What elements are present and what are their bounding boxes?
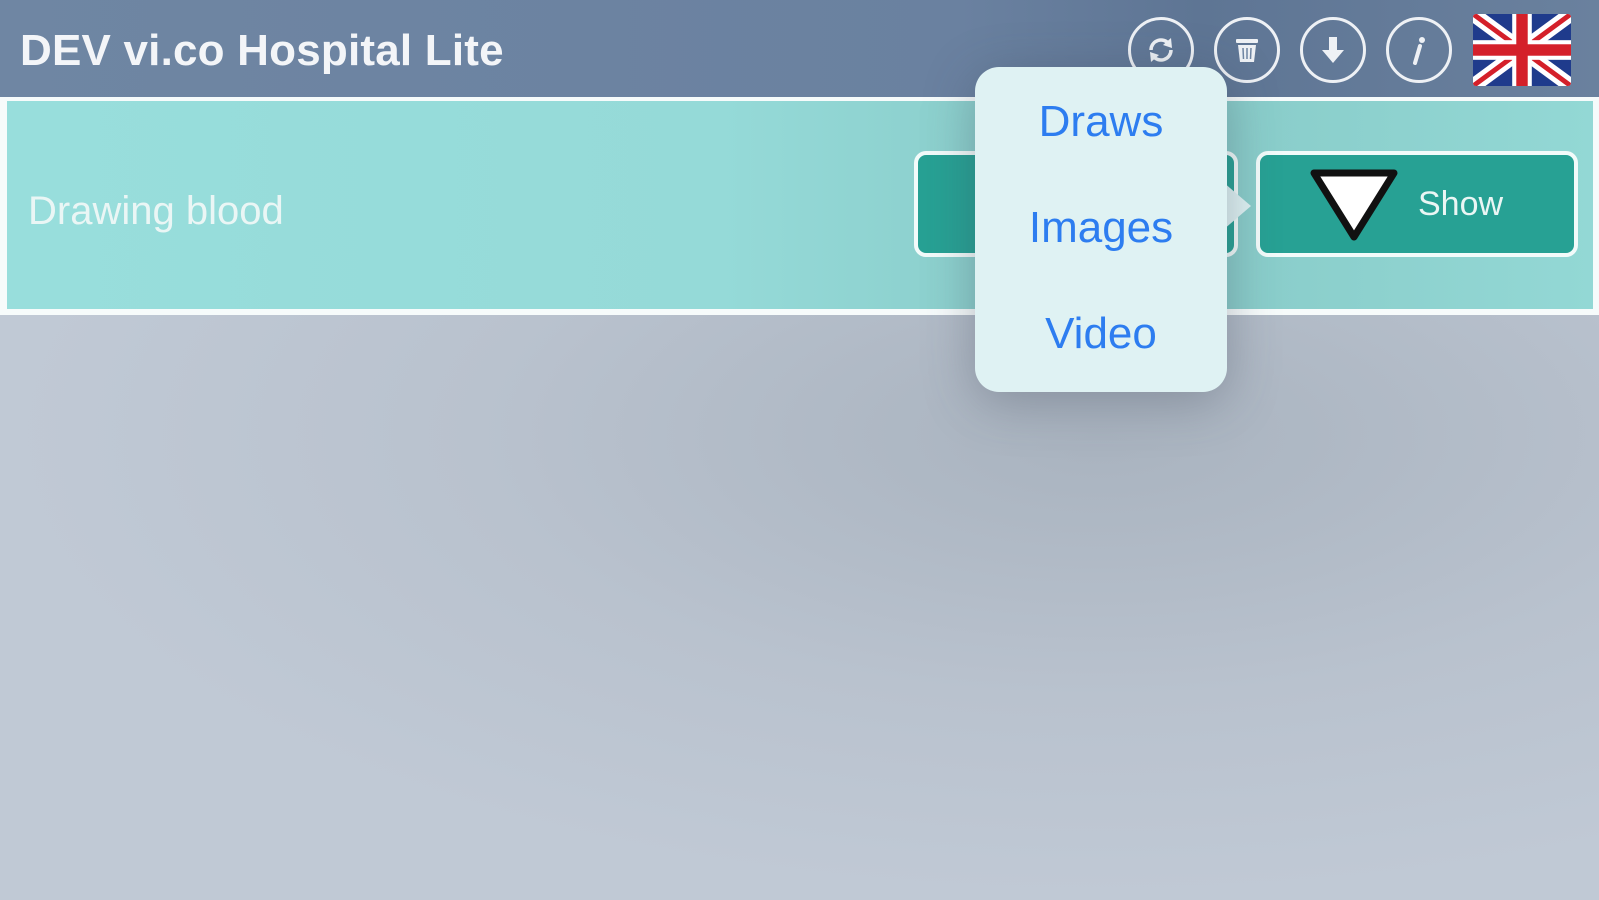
refresh-icon [1149, 38, 1173, 62]
info-button[interactable] [1386, 17, 1452, 83]
info-icon [1413, 37, 1425, 65]
delete-button[interactable] [1214, 17, 1280, 83]
show-button[interactable]: Show [1256, 151, 1578, 257]
menu-item-images[interactable]: Images [975, 203, 1227, 253]
trash-icon [1236, 39, 1258, 62]
popover-arrow [1223, 182, 1251, 230]
triangle-down-icon [1310, 169, 1398, 241]
uk-flag-icon [1473, 14, 1571, 86]
download-button[interactable] [1300, 17, 1366, 83]
app-title: DEV vi.co Hospital Lite [20, 26, 504, 75]
language-flag-button[interactable] [1473, 14, 1571, 86]
list-row: Drawing blood Show [0, 97, 1599, 315]
dimmed-background [0, 315, 1599, 900]
row-label: Drawing blood [28, 189, 284, 233]
media-popover-menu: Draws Images Video [975, 67, 1227, 392]
app-header: DEV vi.co Hospital Lite [0, 0, 1599, 97]
show-button-label: Show [1418, 185, 1504, 223]
download-icon [1322, 37, 1344, 63]
menu-item-video[interactable]: Video [975, 309, 1227, 359]
menu-item-draws[interactable]: Draws [975, 97, 1227, 147]
